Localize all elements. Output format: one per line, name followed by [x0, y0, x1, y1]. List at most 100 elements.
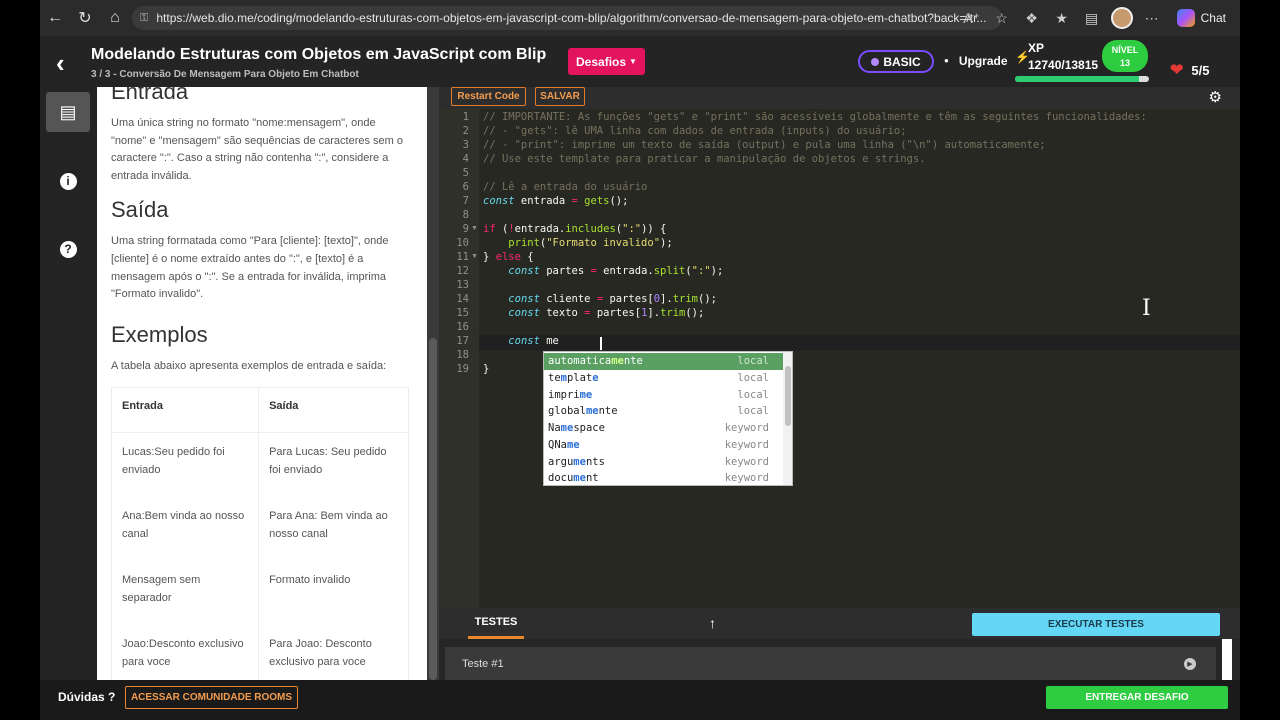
autocomplete-popup[interactable]: automaticamente local template local imp… [543, 351, 793, 486]
description-tab[interactable]: ▤ [46, 92, 90, 132]
favorite-star-icon[interactable]: ☆ [991, 7, 1013, 29]
lives-counter: ❤ 5/5 [1170, 56, 1209, 84]
book-icon: ▤ [59, 101, 77, 122]
line-number: 5 [462, 167, 469, 179]
line-number: 17 [456, 335, 469, 347]
code-line: const entrada = gets(); [483, 195, 629, 207]
table-cell-saida: Para Lucas: Seu pedido foi enviado [258, 432, 409, 498]
home-icon[interactable]: ⌂ [100, 3, 130, 33]
xp-value: 12740/13815 [1028, 58, 1099, 72]
collections-icon[interactable]: ▤ [1081, 7, 1103, 29]
autocomplete-item[interactable]: QName keyword [544, 437, 784, 454]
table-cell-entrada: Mensagem sem separador [111, 561, 260, 626]
plan-label: BASIC [883, 54, 921, 69]
info-tab[interactable]: i [46, 161, 90, 201]
autocomplete-scroll-thumb[interactable] [785, 366, 791, 426]
line-number: 13 [456, 279, 469, 291]
line-number: 15 [456, 307, 469, 319]
exemplos-text: A tabela abaixo apresenta exemplos de en… [111, 359, 387, 372]
autocomplete-item[interactable]: arguments keyword [544, 453, 784, 470]
line-number: 4 [462, 153, 469, 165]
table-row: Joao:Desconto exclusivo para voce Para J… [111, 625, 409, 680]
fold-arrow-icon[interactable]: ▼ [471, 253, 478, 260]
xp-progress-bar [1015, 76, 1149, 82]
line-number: 2 [462, 125, 469, 137]
autocomplete-item[interactable]: imprime local [544, 386, 784, 403]
code-line: const texto = partes[1].trim(); [508, 307, 705, 319]
line-number: 18 [456, 349, 469, 361]
code-line: // Lê a entrada do usuário [483, 181, 648, 193]
gear-icon[interactable]: ⚙ [1209, 88, 1222, 106]
autocomplete-item[interactable]: document keyword [544, 470, 784, 485]
fold-arrow-icon[interactable]: ▼ [471, 225, 478, 232]
code-line: // - "print": imprime um texto de saída … [483, 139, 1046, 151]
submit-challenge-button[interactable]: ENTREGAR DESAFIO [1046, 686, 1228, 709]
code-line: // Use este template para praticar a man… [483, 153, 926, 165]
table-header-entrada: Entrada [111, 387, 260, 434]
browser-actions: A⁺ ☆ ❖ ★ ▤ ⋯ Chat [961, 4, 1240, 32]
tab-testes[interactable]: TESTES [468, 608, 524, 639]
autocomplete-item[interactable]: template local [544, 370, 784, 387]
line-number: 9 [462, 223, 469, 235]
autocomplete-item[interactable]: globalmente local [544, 403, 784, 420]
help-tab[interactable]: ? [46, 229, 90, 269]
table-cell-entrada: Ana:Bem vinda ao nosso canal [111, 497, 260, 562]
line-number: 8 [462, 209, 469, 221]
test-case-row[interactable]: Teste #1 ▶ [445, 647, 1216, 680]
restart-code-button[interactable]: Restart Code [451, 87, 526, 106]
entrada-heading: Entrada [111, 87, 189, 104]
autocomplete-item[interactable]: Namespace keyword [544, 420, 784, 437]
chat-label: Chat [1200, 11, 1226, 25]
back-chevron-icon[interactable]: ‹ [56, 48, 65, 79]
app-header: ‹ Modelando Estruturas com Objetos em Ja… [40, 36, 1240, 87]
line-number: 10 [456, 237, 469, 249]
code-line: const me [508, 335, 559, 347]
xp-label: XP [1028, 41, 1045, 55]
save-button[interactable]: SALVAR [535, 87, 585, 106]
heart-icon: ❤ [1170, 62, 1184, 79]
level-badge: NÍVEL 13 [1102, 40, 1148, 72]
table-row: Lucas:Seu pedido foi enviado Para Lucas:… [111, 432, 409, 498]
xp-progress-fill [1015, 76, 1139, 82]
run-tests-button[interactable]: EXECUTAR TESTES [972, 613, 1220, 636]
table-row: Mensagem sem separador Formato invalido [111, 561, 409, 626]
community-rooms-button[interactable]: ACESSAR COMUNIDADE ROOMS [125, 686, 298, 709]
read-aloud-icon[interactable]: A⁺ [961, 7, 983, 29]
profile-avatar[interactable] [1110, 7, 1133, 29]
side-rail: ▤ i ? [40, 87, 97, 680]
active-line-highlight [479, 335, 1240, 350]
copilot-chat-button[interactable]: Chat [1171, 9, 1232, 27]
table-cell-saida: Para Ana: Bem vinda ao nosso canal [258, 497, 409, 562]
tests-panel: Teste #1 ▶ [439, 639, 1240, 680]
tests-scrollbar[interactable] [1222, 639, 1232, 680]
autocomplete-item[interactable]: automaticamente local [544, 353, 784, 370]
play-icon[interactable]: ▶ [1184, 657, 1196, 670]
help-icon: ? [59, 240, 77, 258]
tests-bar: TESTES ↑ EXECUTAR TESTES [439, 608, 1240, 639]
entrada-text: Uma única string no formato "nome:mensag… [111, 117, 403, 182]
table-cell-entrada: Lucas:Seu pedido foi enviado [111, 432, 260, 498]
challenge-subtitle: 3 / 3 - Conversão De Mensagem Para Objet… [91, 69, 359, 80]
address-bar[interactable]: ⚿ https://web.dio.me/coding/modelando-es… [132, 6, 1002, 30]
desafios-dropdown-button[interactable]: Desafios ▼ [568, 48, 645, 75]
lives-value: 5/5 [1191, 62, 1210, 78]
upgrade-link[interactable]: Upgrade [944, 54, 1008, 68]
back-arrow-icon[interactable]: ← [40, 3, 70, 33]
table-header-saida: Saída [258, 387, 409, 434]
line-number: 3 [462, 139, 469, 151]
plan-dot-icon [871, 57, 880, 66]
plan-badge[interactable]: BASIC [858, 50, 934, 73]
desafios-label: Desafios [576, 54, 627, 69]
line-number: 11 [456, 251, 469, 263]
favorites-icon[interactable]: ★ [1051, 7, 1073, 29]
code-line: } else { [483, 251, 534, 263]
lock-icon: ⚿ [140, 11, 149, 24]
description-scroll-thumb[interactable] [429, 338, 437, 680]
code-line: // IMPORTANTE: As funções "gets" e "prin… [483, 111, 1147, 123]
ibeam-cursor-icon: I [1142, 296, 1151, 321]
more-menu-icon[interactable]: ⋯ [1141, 7, 1163, 29]
line-number: 19 [456, 363, 469, 375]
expand-up-icon[interactable]: ↑ [709, 615, 716, 631]
reload-icon[interactable]: ↻ [70, 3, 100, 33]
extensions-icon[interactable]: ❖ [1021, 7, 1043, 29]
